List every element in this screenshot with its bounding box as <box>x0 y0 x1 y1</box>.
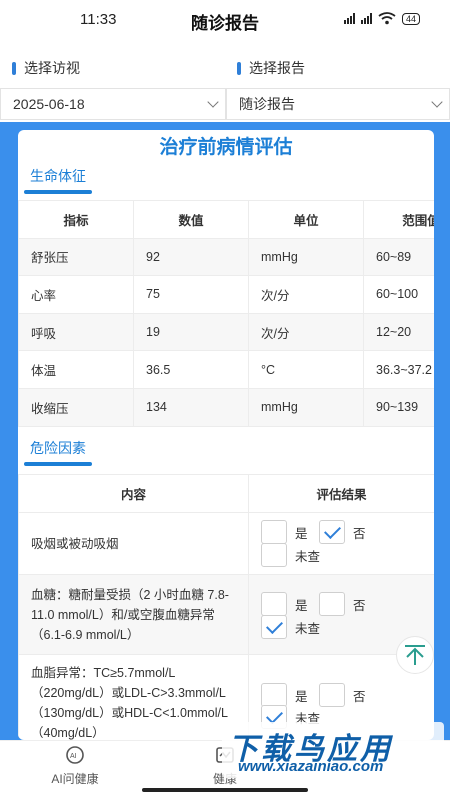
checkbox[interactable] <box>319 683 345 707</box>
table-cell: 收缩压 <box>18 387 134 427</box>
visit-select[interactable]: 2025-06-18 <box>0 88 226 120</box>
checkbox[interactable] <box>261 592 287 616</box>
table-cell: 舒张压 <box>18 237 134 277</box>
option-yes[interactable]: 是 <box>261 683 308 707</box>
table-cell: 次/分 <box>248 275 364 314</box>
risk-section-title: 危险因素 <box>24 438 92 466</box>
option-label: 否 <box>353 526 366 541</box>
selector-row: 2025-06-18 随诊报告 <box>0 88 450 120</box>
checkbox[interactable] <box>261 543 287 567</box>
watermark: 下载鸟应用 www.xiazainiao.com <box>222 722 444 778</box>
table-cell: 体温 <box>18 350 134 389</box>
option-unchecked[interactable]: 未查 <box>261 543 320 567</box>
option-label: 是 <box>295 598 308 613</box>
table-cell: °C <box>248 350 364 389</box>
table-header-row: 内容 评估结果 <box>18 474 434 513</box>
ai-chat-icon: AI <box>66 746 84 764</box>
risk-content: 血糖：糖耐量受损（2 小时血糖 7.8-11.0 mmol/L）和/或空腹血糖异… <box>18 574 249 655</box>
option-no[interactable]: 否 <box>319 592 366 616</box>
tab-ai-health[interactable]: AI AI问健康 <box>30 745 120 787</box>
column-header: 评估结果 <box>248 474 434 513</box>
selector-labels: 选择访视 选择报告 <box>0 58 450 82</box>
table-row: 血糖：糖耐量受损（2 小时血糖 7.8-11.0 mmol/L）和/或空腹血糖异… <box>18 574 434 655</box>
table-cell: mmHg <box>248 237 364 277</box>
checkbox[interactable] <box>261 520 287 544</box>
system-icons: 44 <box>343 12 420 25</box>
label-marker <box>12 61 16 75</box>
checkbox[interactable] <box>261 683 287 707</box>
column-header: 单位 <box>248 200 364 239</box>
chevron-down-icon <box>207 96 219 108</box>
report-select[interactable]: 随诊报告 <box>226 88 450 120</box>
table-row: 呼吸 19 次/分 12~20 <box>18 312 434 352</box>
tab-label: AI问健康 <box>51 772 99 786</box>
table-cell: 75 <box>133 275 249 314</box>
battery-icon: 44 <box>401 12 420 25</box>
back-to-top-button[interactable] <box>396 636 434 674</box>
table-cell: 12~20 <box>363 312 434 352</box>
column-header: 指标 <box>18 200 134 239</box>
visit-label-text: 选择访视 <box>24 60 80 76</box>
option-label: 未查 <box>295 549 321 564</box>
assessment-options: 是 否 未查 <box>248 512 434 575</box>
card-title: 治疗前病情评估 <box>159 137 293 158</box>
column-header: 范围值 <box>363 200 434 239</box>
chevron-down-icon <box>431 96 443 108</box>
vitals-table: 指标 数值 单位 范围值 舒张压 92 mmHg 60~89 心率 75 次/分… <box>18 200 434 427</box>
risk-content: 吸烟或被动吸烟 <box>18 512 249 575</box>
visit-select-value: 2025-06-18 <box>13 96 85 112</box>
column-header: 数值 <box>133 200 249 239</box>
option-label: 否 <box>353 598 366 613</box>
visit-selector-label: 选择访视 <box>12 58 80 78</box>
table-cell: 60~89 <box>363 237 434 277</box>
table-header-row: 指标 数值 单位 范围值 <box>18 200 434 239</box>
risk-table: 内容 评估结果 吸烟或被动吸烟 是 否 未查 血糖：糖耐量受损（2 小时血糖 7… <box>18 474 434 740</box>
option-label: 是 <box>295 689 308 704</box>
table-cell: 60~100 <box>363 275 434 314</box>
report-selector-label: 选择报告 <box>237 58 305 78</box>
signal-icon <box>360 13 372 24</box>
option-label: 是 <box>295 526 308 541</box>
table-cell: 心率 <box>18 275 134 314</box>
checkbox[interactable] <box>319 592 345 616</box>
table-cell: 36.3~37.2 <box>363 350 434 389</box>
table-cell: 90~139 <box>363 387 434 427</box>
table-cell: 呼吸 <box>18 312 134 352</box>
option-label: 否 <box>353 689 366 704</box>
table-row: 吸烟或被动吸烟 是 否 未查 <box>18 512 434 575</box>
table-row: 心率 75 次/分 60~100 <box>18 275 434 314</box>
report-card[interactable]: 治疗前病情评估 生命体征 指标 数值 单位 范围值 舒张压 92 mmHg 60… <box>18 130 434 740</box>
option-yes[interactable]: 是 <box>261 520 308 544</box>
home-indicator <box>142 788 308 792</box>
wifi-icon <box>378 12 396 25</box>
table-cell: 19 <box>133 312 249 352</box>
svg-text:AI: AI <box>70 753 77 760</box>
table-row: 体温 36.5 °C 36.3~37.2 <box>18 350 434 389</box>
risk-content: 血脂异常：TC≥5.7mmol/L（220mg/dL）或LDL-C>3.3mmo… <box>18 654 249 740</box>
table-cell: 134 <box>133 387 249 427</box>
column-header: 内容 <box>18 474 249 513</box>
checkbox-checked[interactable] <box>319 520 345 544</box>
status-bar: 11:33 随诊报告 44 <box>0 0 450 40</box>
signal-icon <box>343 13 355 24</box>
arrow-up-icon <box>405 645 425 665</box>
option-no[interactable]: 否 <box>319 683 366 707</box>
label-marker <box>237 61 241 75</box>
table-cell: 36.5 <box>133 350 249 389</box>
table-cell: 92 <box>133 237 249 277</box>
watermark-url: www.xiazainiao.com <box>238 758 384 775</box>
table-cell: 次/分 <box>248 312 364 352</box>
table-row: 舒张压 92 mmHg 60~89 <box>18 237 434 277</box>
option-unchecked[interactable]: 未查 <box>261 615 320 639</box>
option-yes[interactable]: 是 <box>261 592 308 616</box>
checkbox-checked[interactable] <box>261 615 287 639</box>
table-row: 收缩压 134 mmHg 90~139 <box>18 387 434 427</box>
vitals-section-title: 生命体征 <box>24 166 92 194</box>
option-label: 未查 <box>295 621 321 636</box>
table-cell: mmHg <box>248 387 364 427</box>
option-no[interactable]: 否 <box>319 520 366 544</box>
report-label-text: 选择报告 <box>249 60 305 76</box>
report-select-value: 随诊报告 <box>239 96 295 112</box>
